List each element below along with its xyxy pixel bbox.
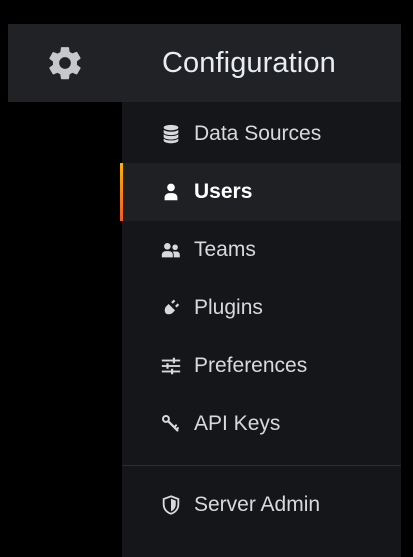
shield-icon — [158, 492, 184, 518]
database-icon — [158, 121, 184, 147]
menu-item-plugins[interactable]: Plugins — [122, 279, 401, 337]
menu-item-data-sources[interactable]: Data Sources — [122, 105, 401, 163]
sliders-icon — [158, 353, 184, 379]
menu-item-preferences[interactable]: Preferences — [122, 337, 401, 395]
configuration-panel: Configuration Data Sources Users Teams P… — [120, 24, 401, 557]
key-icon — [158, 411, 184, 437]
app-frame: Configuration Data Sources Users Teams P… — [0, 0, 413, 557]
configuration-menu: Data Sources Users Teams Plugins Prefere… — [120, 102, 401, 534]
menu-item-server-admin[interactable]: Server Admin — [122, 476, 401, 534]
menu-item-label: API Keys — [194, 412, 281, 435]
menu-item-label: Teams — [194, 238, 256, 261]
menu-item-label: Server Admin — [194, 493, 321, 516]
users-icon — [158, 237, 184, 263]
panel-title: Configuration — [162, 46, 336, 79]
panel-header: Configuration — [122, 24, 401, 102]
menu-item-label: Plugins — [194, 296, 263, 319]
menu-item-label: Preferences — [194, 354, 308, 377]
gear-icon — [45, 43, 85, 83]
menu-item-teams[interactable]: Teams — [122, 221, 401, 279]
plug-icon — [158, 295, 184, 321]
menu-item-users[interactable]: Users — [120, 163, 401, 221]
configuration-rail-button[interactable] — [8, 24, 122, 102]
user-icon — [158, 179, 184, 205]
menu-divider — [122, 465, 401, 466]
menu-item-label: Users — [194, 180, 253, 203]
menu-item-api-keys[interactable]: API Keys — [122, 395, 401, 453]
menu-item-label: Data Sources — [194, 122, 322, 145]
